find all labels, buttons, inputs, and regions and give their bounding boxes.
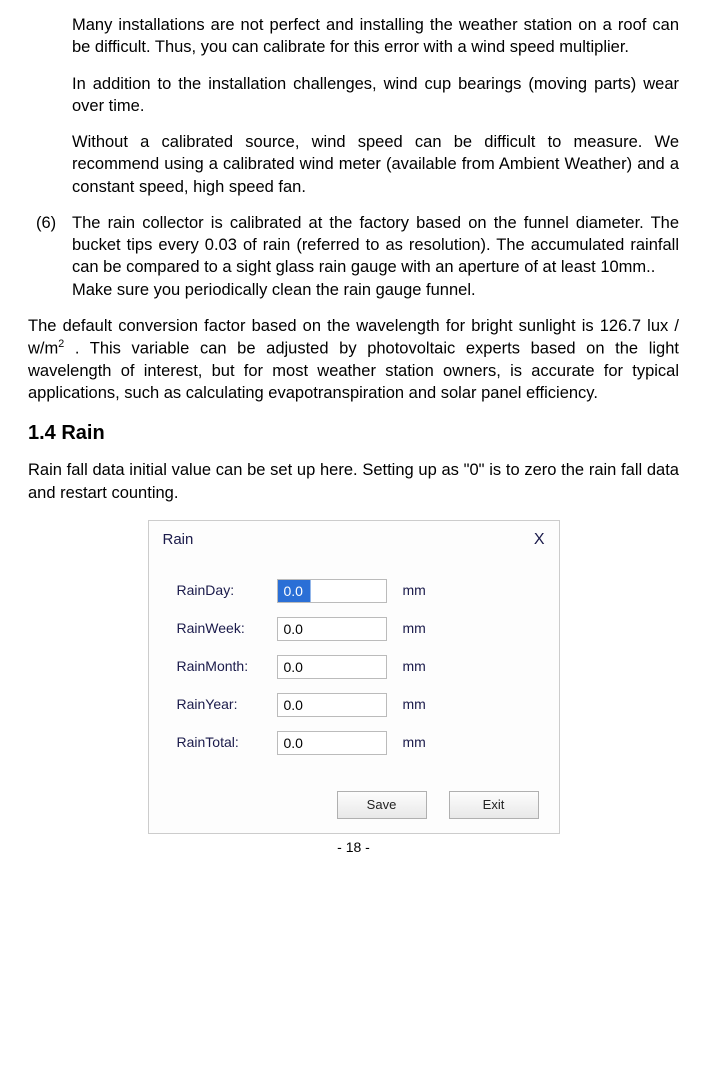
- list-item-text: The rain collector is calibrated at the …: [72, 212, 679, 301]
- paragraph-rain-intro: Rain fall data initial value can be set …: [28, 459, 679, 504]
- paragraph-conversion: The default conversion factor based on t…: [28, 315, 679, 405]
- rain-day-label: RainDay:: [177, 581, 277, 600]
- rain-total-unit: mm: [403, 733, 426, 752]
- rain-total-row: RainTotal: mm: [177, 731, 539, 755]
- rain-day-input[interactable]: [277, 579, 387, 603]
- rain-year-unit: mm: [403, 695, 426, 714]
- paragraph-wind-bearings: In addition to the installation challeng…: [72, 73, 679, 118]
- rain-total-input[interactable]: [277, 731, 387, 755]
- conversion-text-b: . This variable can be adjusted by photo…: [28, 340, 679, 403]
- rain-total-label: RainTotal:: [177, 733, 277, 752]
- list-item-line2: Make sure you periodically clean the rai…: [72, 281, 476, 299]
- list-item-6: (6) The rain collector is calibrated at …: [28, 212, 679, 301]
- paragraph-wind-multiplier: Many installations are not perfect and i…: [72, 14, 679, 59]
- rain-week-input[interactable]: [277, 617, 387, 641]
- rain-year-label: RainYear:: [177, 695, 277, 714]
- rain-week-row: RainWeek: mm: [177, 617, 539, 641]
- rain-month-unit: mm: [403, 657, 426, 676]
- rain-week-label: RainWeek:: [177, 619, 277, 638]
- rain-day-row: RainDay: mm: [177, 579, 539, 603]
- section-heading-rain: 1.4 Rain: [28, 420, 679, 447]
- rain-year-row: RainYear: mm: [177, 693, 539, 717]
- rain-month-label: RainMonth:: [177, 657, 277, 676]
- rain-week-unit: mm: [403, 619, 426, 638]
- dialog-title: Rain: [163, 530, 194, 550]
- rain-day-unit: mm: [403, 581, 426, 600]
- exit-button[interactable]: Exit: [449, 791, 539, 819]
- dialog-body: RainDay: mm RainWeek: mm RainMonth: mm R…: [149, 557, 559, 785]
- page-number: - 18 -: [28, 838, 679, 857]
- list-item-line1: The rain collector is calibrated at the …: [72, 214, 679, 277]
- rain-year-input[interactable]: [277, 693, 387, 717]
- list-item-number: (6): [28, 212, 72, 301]
- paragraph-wind-calibrate: Without a calibrated source, wind speed …: [72, 131, 679, 198]
- rain-month-row: RainMonth: mm: [177, 655, 539, 679]
- rain-dialog: Rain X RainDay: mm RainWeek: mm RainMont…: [148, 520, 560, 834]
- close-icon[interactable]: X: [534, 529, 545, 551]
- save-button[interactable]: Save: [337, 791, 427, 819]
- rain-month-input[interactable]: [277, 655, 387, 679]
